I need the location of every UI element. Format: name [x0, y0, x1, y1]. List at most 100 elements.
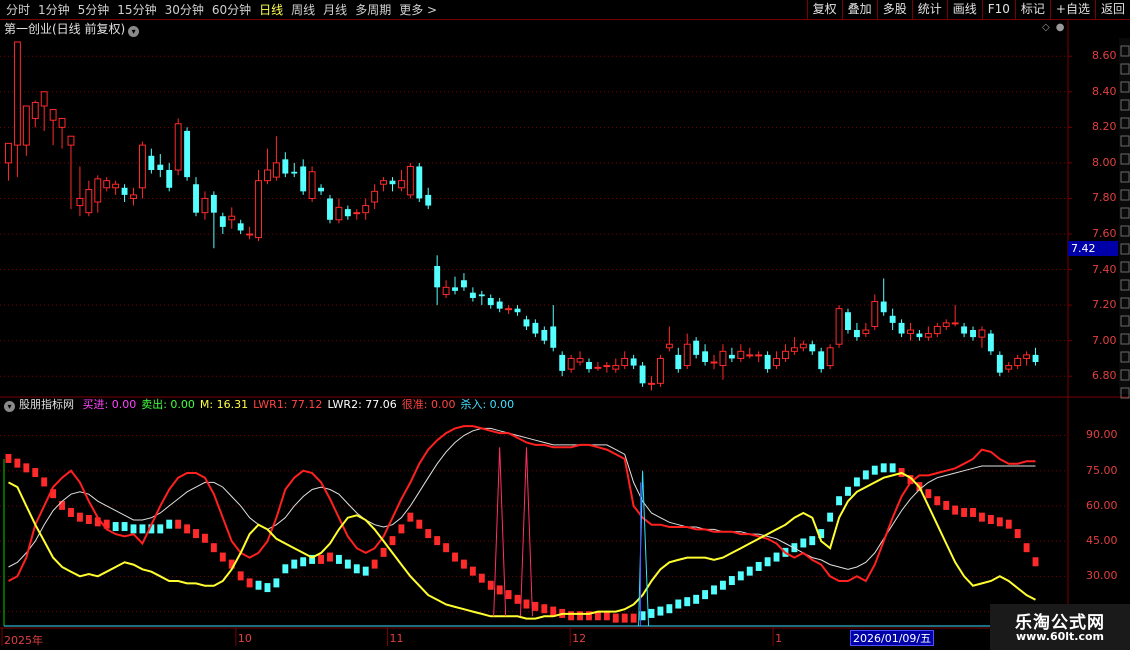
cursor-date-badge: 2026/01/09/五 [850, 630, 935, 646]
indicator-bar-down [193, 529, 199, 539]
indicator-bar-down [478, 573, 485, 583]
indicator-menu-icon[interactable]: ▾ [4, 401, 15, 412]
candle-body-down [300, 166, 307, 192]
indicator-bar-up [880, 463, 887, 473]
indicator-series [3, 425, 1039, 627]
candle-body-up [942, 322, 950, 327]
indicator-bar-down [514, 594, 521, 604]
candle-body-up [978, 329, 986, 338]
indicator-bar-up [273, 578, 280, 588]
candle-body-down [157, 164, 164, 170]
indicator-bar-down [961, 507, 968, 517]
indicator-name: 股朋指标网 [19, 398, 74, 411]
candle-body-up [58, 117, 66, 128]
indicator-bar-down [1023, 543, 1030, 553]
indicator-value-2: M: 16.31 [199, 398, 249, 411]
indicator-bar-up [684, 597, 691, 607]
candle-body-up [380, 180, 388, 185]
candle-body-up [22, 105, 30, 146]
candle-body-up [442, 286, 450, 295]
indicator-bar-up [121, 522, 128, 532]
candle-body-up [773, 357, 780, 367]
candle-body-up [826, 347, 834, 367]
indicator-bar-down [380, 547, 387, 557]
candle-body-down [193, 184, 199, 213]
indicator-bar-down [327, 552, 333, 562]
candle-body-down [219, 216, 226, 227]
candle-body-up [201, 197, 209, 214]
candle-body-up [835, 308, 843, 345]
candle-body-up [264, 169, 271, 182]
indicator-bar-down [987, 515, 994, 524]
candle-body-up [85, 189, 93, 214]
candle-body-up [228, 215, 236, 221]
indicator-bar-up [166, 519, 173, 529]
indicator-bar-up [282, 564, 289, 574]
candle-body-up [49, 109, 57, 121]
candle-body-down [559, 354, 566, 371]
indicator-value-4: LWR2: 77.06 [327, 398, 397, 411]
indicator-bar-up [335, 554, 342, 564]
candle-body-up [174, 123, 182, 171]
candle-body-down [318, 187, 324, 192]
indicator-bar-down [1005, 519, 1012, 529]
candle-body-down [987, 333, 994, 352]
indicator-bar-up [300, 557, 307, 567]
candle-body-up [272, 162, 280, 178]
indicator-value-3: LWR1: 77.12 [253, 398, 323, 411]
lwr1-line [8, 425, 1036, 583]
indicator-bar-down [568, 611, 575, 621]
indicator-bar-down [577, 611, 583, 621]
indicator-value-1: 卖出: 0.00 [141, 398, 195, 411]
indicator-value-6: 杀入: 0.00 [460, 398, 515, 411]
indicator-bar-down [32, 468, 39, 478]
candle-body-up [612, 365, 620, 370]
candle-body-up [683, 343, 691, 367]
candle-body-down [210, 194, 217, 213]
candle-body-up [308, 171, 316, 199]
candle-body-down [291, 171, 298, 174]
indicator-bar-up [157, 524, 164, 534]
indicator-bar-down [603, 611, 610, 621]
candle-body-up [871, 301, 879, 327]
indicator-bar-down [389, 536, 396, 546]
indicator-value-0: 买进: 0.00 [82, 398, 137, 411]
candle-body-up [933, 325, 941, 335]
indicator-bar-down [970, 507, 976, 517]
candle-body-down [675, 354, 682, 370]
candle-body-down [478, 294, 485, 297]
watermark-url: www.60lt.com [1015, 630, 1105, 643]
indicator-bar-up [353, 564, 360, 574]
stock-chart[interactable] [0, 0, 1130, 650]
indicator-bar-up [773, 552, 780, 562]
indicator-bar-up [675, 599, 682, 609]
indicator-bar-down [1032, 557, 1039, 567]
candle-body-down [532, 322, 539, 334]
price-axis-label: 8.00 [1092, 155, 1117, 169]
candle-body-up [648, 382, 655, 385]
indicator-bar-down [979, 512, 985, 522]
candle-body-up [782, 350, 789, 359]
indicator-bar-up [711, 585, 717, 595]
candle-body-up [907, 329, 914, 335]
candle-body-up [603, 365, 611, 368]
candle-body-up [246, 233, 254, 236]
indicator-bar-down [219, 552, 226, 562]
indicator-bar-down [14, 458, 21, 468]
indicator-bar-down [443, 543, 450, 553]
indicator-value-5: 很准: 0.00 [401, 398, 456, 411]
candle-body-down [469, 292, 476, 298]
indicator-bar-down [952, 505, 959, 515]
candle-body-up [862, 329, 870, 335]
candle-body-up [951, 322, 959, 325]
candle-body-down [853, 330, 860, 338]
candle-body-up [621, 357, 629, 367]
indicator-bar-up [862, 470, 869, 480]
indicator-bar-up [827, 512, 834, 522]
indicator-bar-up [871, 465, 878, 475]
candle-body-up [790, 347, 798, 352]
price-axis-label: 7.80 [1092, 191, 1117, 205]
candle-body-down [148, 155, 155, 170]
indicator-bar-up [853, 477, 860, 487]
candle-body-down [523, 319, 530, 327]
